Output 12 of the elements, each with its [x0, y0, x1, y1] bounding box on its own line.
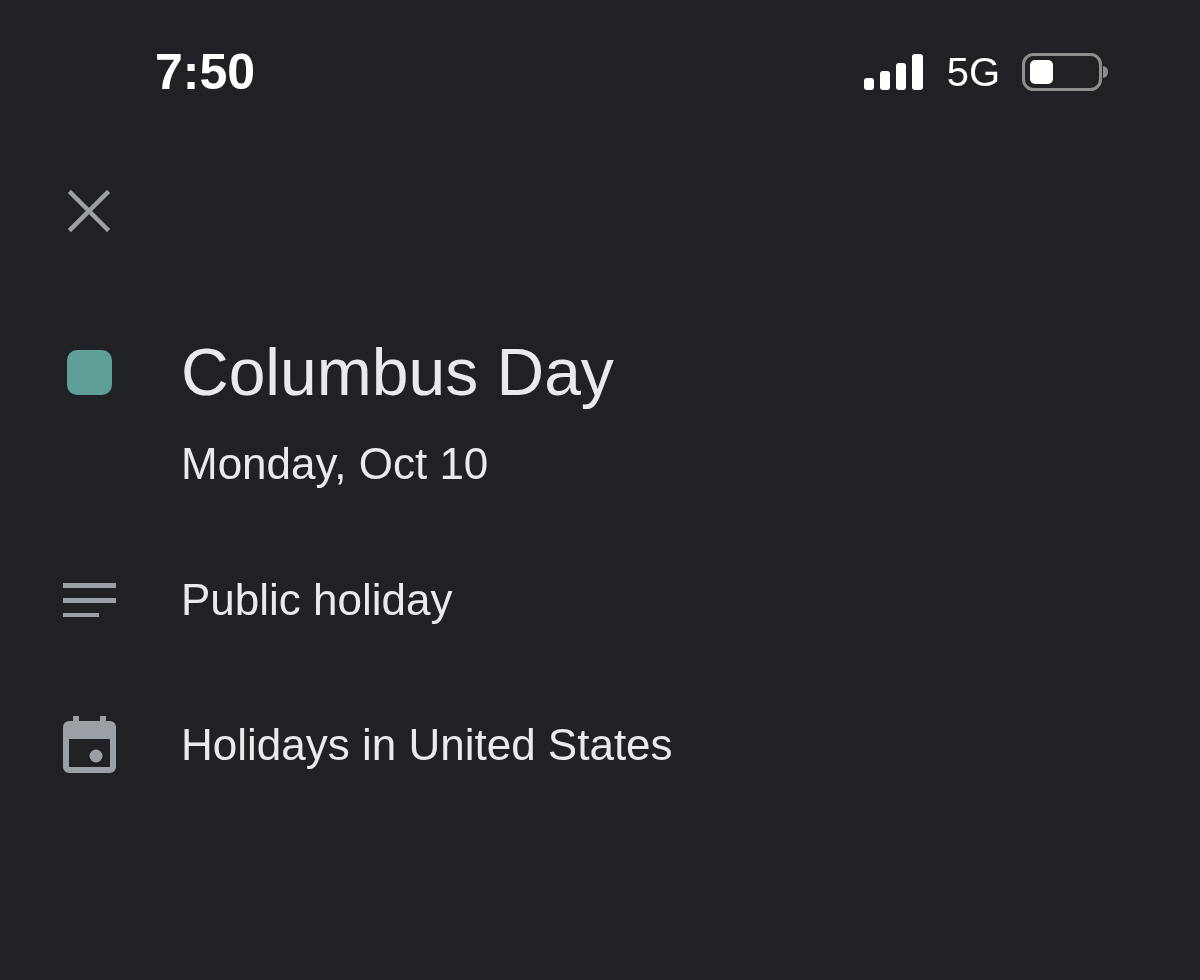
- status-time: 7:50: [155, 47, 256, 97]
- battery-icon: [1022, 53, 1108, 91]
- close-icon: [68, 190, 110, 232]
- calendar-icon: [63, 716, 116, 773]
- calendar-name: Holidays in United States: [181, 718, 673, 771]
- description-lines-icon: [63, 583, 116, 617]
- event-date: Monday, Oct 10: [181, 438, 489, 490]
- network-label: 5G: [946, 52, 1000, 92]
- signal-icon: [863, 54, 923, 90]
- event-title: Columbus Day: [181, 334, 614, 410]
- event-description: Public holiday: [181, 574, 453, 626]
- close-button[interactable]: [66, 188, 112, 234]
